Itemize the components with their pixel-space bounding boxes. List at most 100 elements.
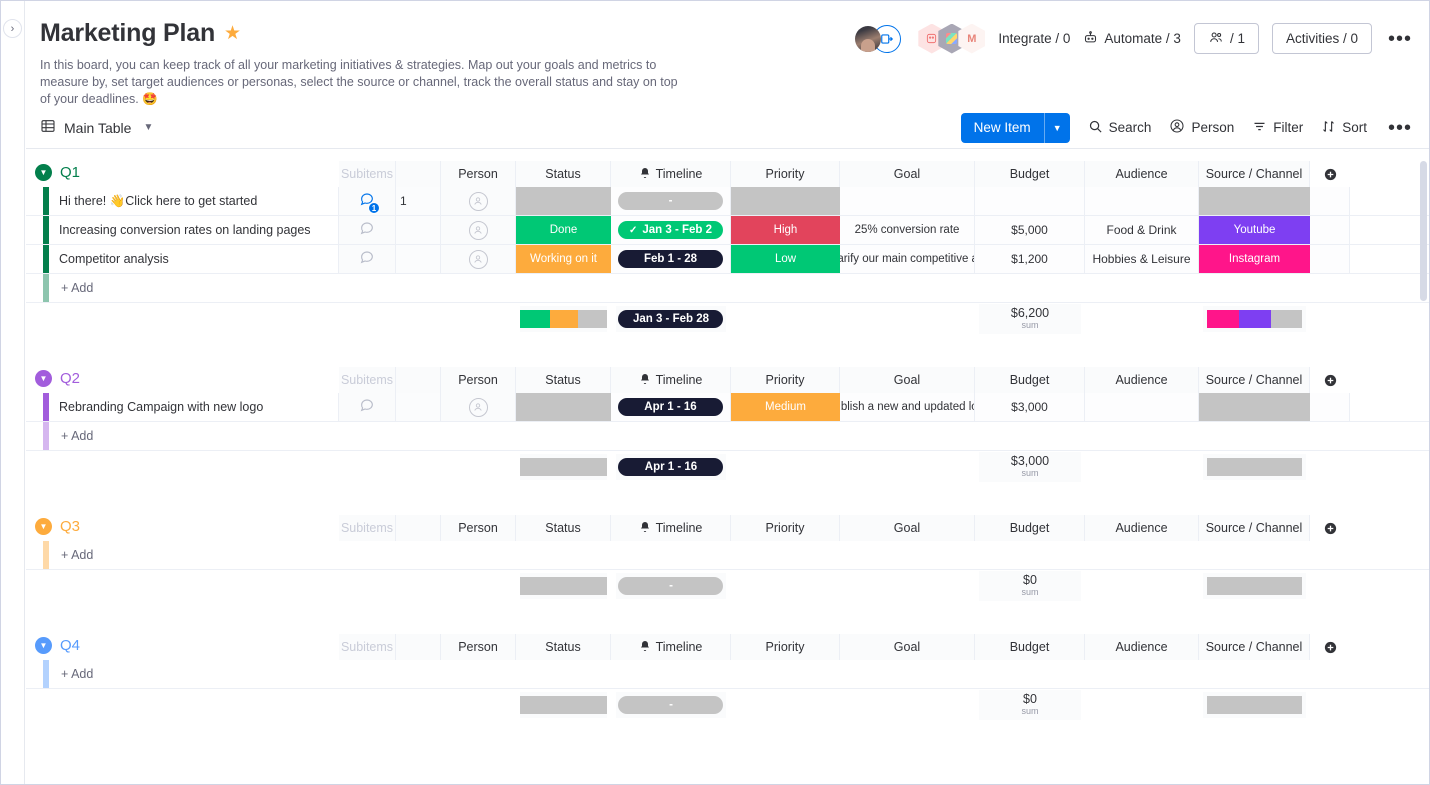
status-cell[interactable] xyxy=(516,393,611,421)
column-header-timeline[interactable]: Timeline xyxy=(611,367,731,393)
priority-cell[interactable]: Low xyxy=(731,245,840,273)
column-header-audience[interactable]: Audience xyxy=(1085,161,1199,187)
person-avatar-icon[interactable] xyxy=(468,191,488,211)
table-row[interactable]: Increasing conversion rates on landing p… xyxy=(26,216,1429,245)
chat-bubble-icon[interactable]: 1 xyxy=(359,191,380,214)
timeline-badge[interactable]: - xyxy=(618,192,723,210)
column-header-goal[interactable]: Goal xyxy=(840,634,975,660)
status-badge[interactable] xyxy=(516,187,611,215)
subitem-chat[interactable]: 1 xyxy=(339,187,396,215)
column-header-person[interactable]: Person xyxy=(441,634,516,660)
column-header-priority[interactable]: Priority xyxy=(731,161,840,187)
members-button[interactable]: / 1 xyxy=(1193,23,1259,54)
add-column-button[interactable] xyxy=(1310,634,1350,660)
timeline-cell[interactable]: ✓ Jan 3 - Feb 2 xyxy=(611,216,731,244)
column-header-timeline[interactable]: Timeline xyxy=(611,515,731,541)
column-header-status[interactable]: Status xyxy=(516,515,611,541)
new-item-button[interactable]: New Item ▼ xyxy=(960,112,1070,143)
column-header-status[interactable]: Status xyxy=(516,161,611,187)
column-header-goal[interactable]: Goal xyxy=(840,161,975,187)
status-cell[interactable]: Working on it xyxy=(516,245,611,273)
sort-button[interactable]: Sort xyxy=(1321,119,1367,137)
source-cell[interactable]: Instagram xyxy=(1199,245,1310,273)
goal-cell[interactable]: 25% conversion rate xyxy=(840,216,975,244)
subitem-chat[interactable] xyxy=(339,393,396,421)
column-header-source[interactable]: Source / Channel xyxy=(1199,367,1310,393)
column-header-priority[interactable]: Priority xyxy=(731,515,840,541)
add-item-row[interactable]: + Add xyxy=(26,274,1429,303)
column-header-subitems[interactable]: Subitems xyxy=(339,367,396,393)
column-header-person[interactable]: Person xyxy=(441,367,516,393)
view-more-menu-icon[interactable]: ••• xyxy=(1385,118,1415,138)
automate-button[interactable]: Automate / 3 xyxy=(1083,30,1181,48)
person-cell[interactable] xyxy=(441,393,516,421)
add-item-row[interactable]: + Add xyxy=(26,422,1429,451)
column-header-subitems[interactable]: Subitems xyxy=(339,515,396,541)
audience-cell[interactable]: Hobbies & Leisure xyxy=(1085,245,1199,273)
column-header-priority[interactable]: Priority xyxy=(731,634,840,660)
column-header-budget[interactable]: Budget xyxy=(975,634,1085,660)
source-badge[interactable] xyxy=(1199,393,1310,421)
table-row[interactable]: Competitor analysis Working on it Feb 1 - … xyxy=(26,245,1429,274)
timeline-cell[interactable]: Feb 1 - 28 xyxy=(611,245,731,273)
chat-bubble-icon[interactable] xyxy=(359,220,375,240)
column-header-source[interactable]: Source / Channel xyxy=(1199,161,1310,187)
timeline-cell[interactable]: Apr 1 - 16 xyxy=(611,393,731,421)
table-row[interactable]: Hi there! 👋Click here to get started 1 1 - xyxy=(26,187,1429,216)
source-badge[interactable] xyxy=(1199,187,1310,215)
add-item-label[interactable]: + Add xyxy=(49,422,93,450)
add-column-button[interactable] xyxy=(1310,367,1350,393)
status-cell[interactable] xyxy=(516,187,611,215)
table-row[interactable]: Rebranding Campaign with new logo Apr 1 -… xyxy=(26,393,1429,422)
chat-bubble-icon[interactable] xyxy=(359,397,375,417)
priority-badge[interactable]: Low xyxy=(731,245,840,273)
priority-cell[interactable]: High xyxy=(731,216,840,244)
audience-cell[interactable]: Food & Drink xyxy=(1085,216,1199,244)
person-cell[interactable] xyxy=(441,187,516,215)
column-header-source[interactable]: Source / Channel xyxy=(1199,634,1310,660)
add-item-row[interactable]: + Add xyxy=(26,541,1429,570)
add-item-row[interactable]: + Add xyxy=(26,660,1429,689)
goal-cell[interactable]: Clarify our main competitive a... xyxy=(840,245,975,273)
activities-button[interactable]: Activities / 0 xyxy=(1271,23,1372,54)
timeline-badge[interactable]: ✓ Jan 3 - Feb 2 xyxy=(618,221,723,239)
integrate-button[interactable]: Integrate / 0 xyxy=(998,31,1070,46)
priority-badge[interactable] xyxy=(731,187,840,215)
budget-cell[interactable] xyxy=(975,187,1085,215)
status-cell[interactable]: Done xyxy=(516,216,611,244)
status-badge[interactable]: Done xyxy=(516,216,611,244)
column-header-budget[interactable]: Budget xyxy=(975,161,1085,187)
goal-cell[interactable] xyxy=(840,187,975,215)
status-badge[interactable]: Working on it xyxy=(516,245,611,273)
column-header-status[interactable]: Status xyxy=(516,634,611,660)
chat-bubble-icon[interactable] xyxy=(359,249,375,269)
column-header-person[interactable]: Person xyxy=(441,161,516,187)
star-icon[interactable]: ★ xyxy=(224,24,241,43)
audience-cell[interactable] xyxy=(1085,393,1199,421)
tab-main-table[interactable]: Main Table ▼ xyxy=(40,118,153,137)
item-name[interactable]: Hi there! 👋Click here to get started xyxy=(49,187,339,215)
add-item-label[interactable]: + Add xyxy=(49,274,93,302)
column-header-audience[interactable]: Audience xyxy=(1085,367,1199,393)
column-header-status[interactable]: Status xyxy=(516,367,611,393)
budget-cell[interactable]: $3,000 xyxy=(975,393,1085,421)
source-cell[interactable] xyxy=(1199,393,1310,421)
timeline-badge[interactable]: Feb 1 - 28 xyxy=(618,250,723,268)
item-name[interactable]: Rebranding Campaign with new logo xyxy=(49,393,339,421)
subitem-chat[interactable] xyxy=(339,245,396,273)
board-more-menu-icon[interactable]: ••• xyxy=(1385,29,1415,49)
source-badge[interactable]: Youtube xyxy=(1199,216,1310,244)
source-cell[interactable]: Youtube xyxy=(1199,216,1310,244)
chevron-down-icon[interactable]: ▼ xyxy=(143,122,153,133)
status-badge[interactable] xyxy=(516,393,611,421)
person-filter-button[interactable]: Person xyxy=(1169,118,1234,137)
column-header-audience[interactable]: Audience xyxy=(1085,634,1199,660)
vertical-scrollbar[interactable] xyxy=(1420,161,1427,301)
person-cell[interactable] xyxy=(441,245,516,273)
goal-cell[interactable]: Publish a new and updated lo... xyxy=(840,393,975,421)
add-column-button[interactable] xyxy=(1310,161,1350,187)
priority-badge[interactable]: Medium xyxy=(731,393,840,421)
column-header-audience[interactable]: Audience xyxy=(1085,515,1199,541)
person-avatar-icon[interactable] xyxy=(468,397,488,417)
source-badge[interactable]: Instagram xyxy=(1199,245,1310,273)
